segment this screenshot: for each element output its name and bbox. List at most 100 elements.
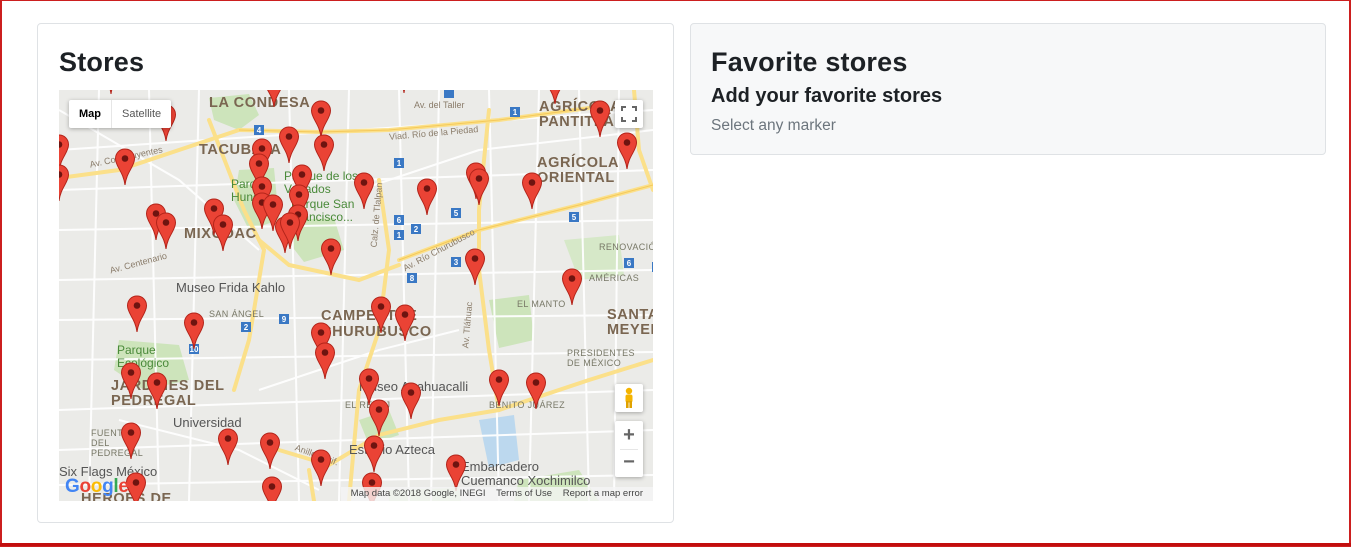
store-marker[interactable]	[561, 268, 583, 306]
store-marker[interactable]	[59, 164, 70, 202]
store-marker[interactable]	[310, 100, 332, 138]
map-pin-icon	[313, 134, 335, 172]
store-marker[interactable]	[525, 372, 547, 410]
svg-text:3: 3	[454, 258, 459, 267]
map-type-map-button[interactable]: Map	[69, 100, 111, 128]
map-label-frida-kahlo: Museo Frida Kahlo	[176, 280, 286, 295]
map-pin-icon	[394, 304, 416, 342]
store-marker[interactable]	[416, 178, 438, 216]
map-pin-icon	[59, 164, 70, 202]
store-marker[interactable]	[353, 172, 375, 210]
fullscreen-button[interactable]	[615, 100, 643, 128]
store-marker[interactable]	[314, 342, 336, 380]
store-marker[interactable]	[114, 148, 136, 186]
map-pin-icon	[261, 476, 283, 501]
store-marker[interactable]	[488, 369, 510, 407]
map-pin-icon	[310, 100, 332, 138]
store-marker[interactable]	[370, 296, 392, 334]
favorite-stores-hint: Select any marker	[711, 117, 836, 134]
map-pin-icon	[363, 435, 385, 473]
map-label-presidentes: PRESIDENTES DE MÉXICO	[567, 348, 635, 368]
map-pin-icon	[488, 369, 510, 407]
map-type-satellite-button[interactable]: Satellite	[111, 100, 171, 128]
store-marker[interactable]	[393, 90, 415, 94]
store-marker[interactable]	[261, 476, 283, 501]
stores-title: Stores	[59, 47, 145, 77]
map-pin-icon	[368, 399, 390, 437]
map-pin-icon	[279, 212, 301, 250]
map-pin-icon	[549, 90, 561, 105]
store-marker[interactable]	[544, 90, 566, 105]
svg-text:5: 5	[572, 213, 577, 222]
map-pin-icon	[320, 238, 342, 276]
svg-text:9: 9	[282, 315, 287, 324]
store-marker[interactable]	[464, 248, 486, 286]
zoom-in-button[interactable]: +	[615, 421, 643, 449]
map-pin-icon	[589, 100, 611, 138]
store-marker[interactable]	[521, 172, 543, 210]
svg-text:2: 2	[244, 323, 249, 332]
store-marker[interactable]	[126, 295, 148, 333]
stores-map[interactable]: 411 556 123 892 10 6 LA CONDESA TACUBAYA …	[59, 90, 653, 501]
map-pin-icon	[616, 132, 638, 170]
map-pin-icon	[114, 148, 136, 186]
store-marker[interactable]	[320, 238, 342, 276]
store-marker[interactable]	[394, 304, 416, 342]
svg-text:8: 8	[410, 274, 415, 283]
map-pin-icon	[525, 372, 547, 410]
svg-text:5: 5	[454, 209, 459, 218]
store-marker[interactable]	[183, 312, 205, 350]
map-pin-icon	[521, 172, 543, 210]
fullscreen-icon	[621, 106, 637, 122]
store-marker[interactable]	[155, 212, 177, 250]
map-type-control: Map Satellite	[69, 100, 172, 128]
terms-of-use-link[interactable]: Terms of Use	[496, 488, 552, 499]
map-label-americas: AMÉRICAS	[589, 273, 640, 283]
map-pin-icon	[370, 296, 392, 334]
store-marker[interactable]	[217, 428, 239, 466]
map-label-san-angel: SAN ÁNGEL	[209, 309, 265, 319]
map-label-la-condesa: LA CONDESA	[209, 95, 311, 111]
map-pin-icon	[314, 342, 336, 380]
report-map-error-link[interactable]: Report a map error	[563, 488, 643, 499]
map-label-estadio-azteca: Estadio Azteca	[349, 442, 435, 457]
svg-text:1: 1	[513, 108, 518, 117]
map-pin-icon	[353, 172, 375, 210]
map-pin-icon	[120, 362, 142, 400]
store-marker[interactable]	[212, 214, 234, 252]
store-marker[interactable]	[278, 126, 300, 164]
store-marker[interactable]	[368, 399, 390, 437]
store-marker[interactable]	[400, 382, 422, 420]
svg-text:6: 6	[627, 259, 632, 268]
store-marker[interactable]	[279, 212, 301, 250]
store-marker[interactable]	[100, 90, 122, 95]
map-pin-icon	[155, 212, 177, 250]
store-marker[interactable]	[263, 90, 285, 108]
favorite-stores-title: Favorite stores	[711, 47, 908, 77]
svg-text:4: 4	[257, 126, 262, 135]
stores-card: Stores 4 1 1 5 5 6 1 2 3 8 9 2 10 6 LA C…	[37, 23, 674, 523]
store-marker[interactable]	[589, 100, 611, 138]
map-pin-icon	[278, 126, 300, 164]
map-pin-icon	[212, 214, 234, 252]
store-marker[interactable]	[310, 449, 332, 487]
zoom-control: + −	[615, 421, 643, 477]
store-marker[interactable]	[313, 134, 335, 172]
svg-text:1: 1	[397, 231, 402, 240]
street-view-button[interactable]	[615, 384, 643, 412]
google-logo: Google	[65, 476, 129, 497]
zoom-out-button[interactable]: −	[615, 450, 643, 477]
map-pin-icon	[109, 90, 113, 95]
map-label-embarcadero: Embarcadero Cuemanco Xochimilco	[461, 459, 591, 488]
store-marker[interactable]	[120, 362, 142, 400]
map-pin-icon	[561, 268, 583, 306]
pegman-icon	[625, 387, 633, 408]
store-marker[interactable]	[363, 435, 385, 473]
map-label-renovacion: RENOVACIÓN	[599, 242, 653, 252]
store-marker[interactable]	[468, 168, 490, 206]
store-marker[interactable]	[120, 422, 142, 460]
store-marker[interactable]	[616, 132, 638, 170]
store-marker[interactable]	[259, 432, 281, 470]
store-marker[interactable]	[146, 372, 168, 410]
svg-text:1: 1	[397, 159, 402, 168]
